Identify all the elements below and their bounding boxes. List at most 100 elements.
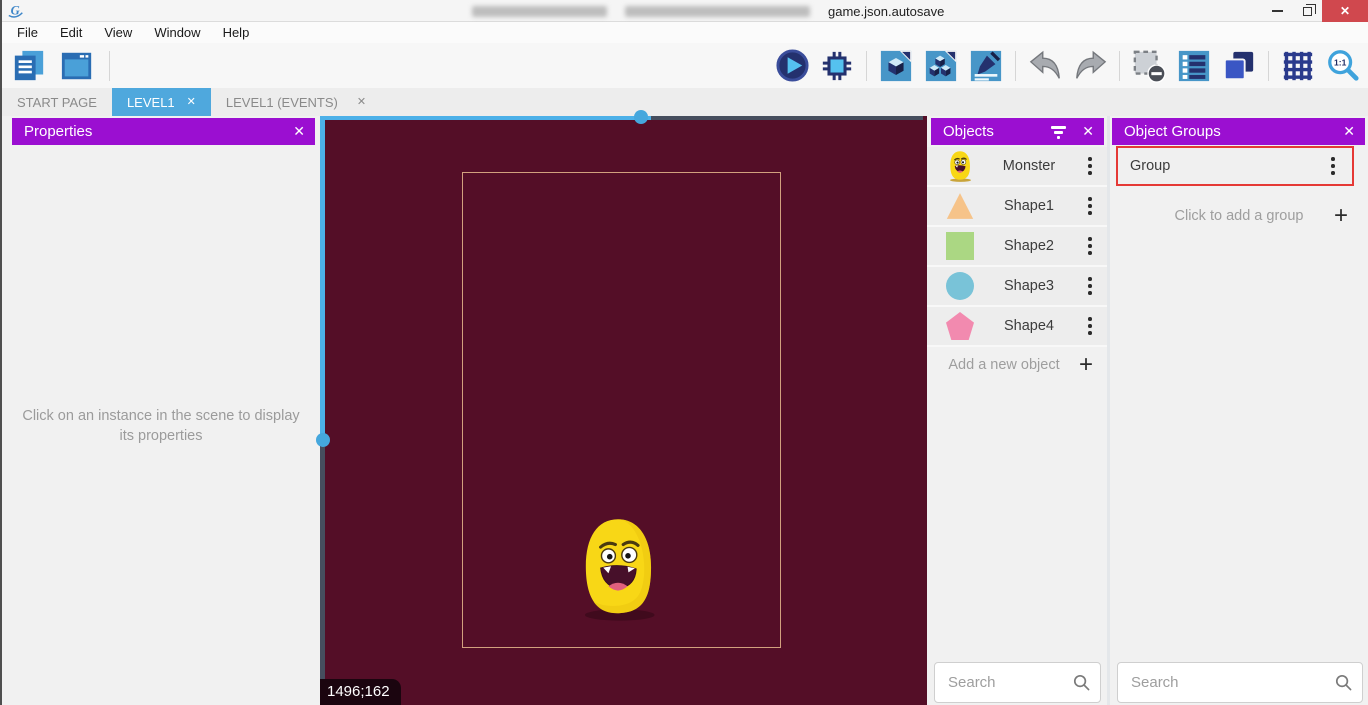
layers-button[interactable] [1220,47,1258,85]
object-menu-icon[interactable] [1083,156,1097,176]
objects-panel: Objects ✕ [927,116,1107,705]
zoom-reset-button[interactable]: 1:1 [1324,47,1362,85]
instances-list-icon [1177,49,1211,83]
preview-play-button[interactable] [773,47,811,85]
redacted-title-text [472,6,607,17]
object-menu-icon[interactable] [1083,276,1097,296]
object-menu-icon[interactable] [1083,316,1097,336]
add-object-label: Add a new object [948,357,1059,373]
restore-button[interactable] [1292,0,1322,22]
object-row-shape2[interactable]: Shape2 [927,227,1107,267]
object-row-shape4[interactable]: Shape4 [927,307,1107,347]
start-page-icon [60,49,94,83]
restore-icon [1303,7,1312,16]
add-object-button[interactable]: Add a new object [927,347,1107,383]
menu-view[interactable]: View [93,22,143,43]
horizontal-scrollbar-thumb[interactable] [324,116,651,120]
pentagon-thumbnail [946,312,974,340]
start-page-button[interactable] [58,47,96,85]
tab-start-page[interactable]: START PAGE [2,88,112,116]
object-groups-panel-header: Object Groups ✕ [1112,118,1365,145]
object-row-monster[interactable]: Monster [927,147,1107,187]
vertical-scrollbar-track[interactable] [320,447,325,705]
objects-search-input[interactable] [948,674,1073,691]
object-menu-icon[interactable] [1083,196,1097,216]
zoom-1-1-icon: 1:1 [1326,49,1360,83]
layers-icon [1222,49,1256,83]
undo-button[interactable] [1026,47,1064,85]
svg-text:1:1: 1:1 [1334,57,1347,67]
menu-bar: File Edit View Window Help [2,22,1368,43]
editor-content: Properties ✕ Click on an instance in the… [2,116,1368,705]
close-panel-icon[interactable]: ✕ [1082,123,1094,140]
gdevelop-window: G game.json.autosave File Edit View Wind… [0,0,1368,705]
object-row-shape3[interactable]: Shape3 [927,267,1107,307]
hide-instances-button[interactable] [1130,47,1168,85]
toolbar-separator [1268,51,1269,81]
gdevelop-logo-icon: G [7,2,25,20]
debugger-button[interactable] [818,47,856,85]
edit-pencil-icon [969,49,1003,83]
toolbar-separator [109,51,110,81]
groups-search-input[interactable] [1131,674,1335,691]
filter-icon[interactable] [1050,124,1066,139]
monster-thumbnail [945,150,975,182]
menu-help[interactable]: Help [212,22,261,43]
scrollbar-handle-left[interactable] [316,433,330,447]
close-events-tab[interactable]: ✕ [353,88,381,116]
properties-panel-title: Properties [24,123,92,140]
project-manager-button[interactable] [10,47,48,85]
triangle-thumbnail [946,192,974,220]
plus-icon [1334,204,1348,228]
add-group-button[interactable]: Click to add a group [1110,198,1368,234]
menu-edit[interactable]: Edit [49,22,93,43]
vertical-scrollbar-thumb[interactable] [320,116,325,440]
menu-window[interactable]: Window [143,22,211,43]
close-panel-icon[interactable]: ✕ [293,123,305,140]
close-tab-icon[interactable]: ✕ [187,97,196,108]
project-manager-icon [12,49,46,83]
tab-level1-events[interactable]: LEVEL1 (EVENTS) [211,88,353,116]
redo-button[interactable] [1071,47,1109,85]
menu-file[interactable]: File [6,22,49,43]
object-name: Shape4 [975,318,1083,334]
scene-canvas[interactable]: 1496;162 [320,116,927,705]
monster-instance[interactable] [578,514,658,622]
tab-level1[interactable]: LEVEL1 ✕ [112,88,211,116]
grid-icon [1281,49,1315,83]
square-thumbnail [946,232,974,260]
group-name: Group [1130,158,1170,174]
window-title: game.json.autosave [472,0,944,22]
minimize-button[interactable] [1262,0,1292,22]
tab-label: LEVEL1 [127,95,175,110]
object-groups-panel-title: Object Groups [1124,123,1221,140]
redacted-title-text [625,6,810,17]
horizontal-scrollbar-track[interactable] [651,116,923,120]
undo-icon [1027,49,1064,82]
cursor-coordinates: 1496;162 [320,679,401,705]
objects-search-box [934,662,1101,703]
mask-selection-icon [1132,49,1166,83]
scene-properties-button[interactable] [967,47,1005,85]
grid-button[interactable] [1279,47,1317,85]
close-window-button[interactable] [1322,0,1368,22]
toolbar-separator [866,51,867,81]
title-bar: G game.json.autosave [2,0,1368,22]
close-panel-icon[interactable]: ✕ [1343,123,1355,140]
tab-label: START PAGE [17,95,97,110]
circle-thumbnail [946,272,974,300]
object-groups-icon [924,49,958,83]
close-tab-icon: ✕ [357,97,366,108]
object-menu-icon[interactable] [1083,236,1097,256]
objects-list-button[interactable] [877,47,915,85]
objects-list-icon [879,49,913,83]
group-menu-icon[interactable] [1326,156,1340,176]
instances-list-button[interactable] [1175,47,1213,85]
object-row-shape1[interactable]: Shape1 [927,187,1107,227]
group-row-highlighted[interactable]: Group [1116,146,1354,186]
redo-icon [1072,49,1109,82]
scrollbar-handle-top[interactable] [634,110,648,124]
object-groups-button[interactable] [922,47,960,85]
plus-icon [1079,353,1093,377]
properties-empty-message: Click on an instance in the scene to dis… [16,406,306,446]
